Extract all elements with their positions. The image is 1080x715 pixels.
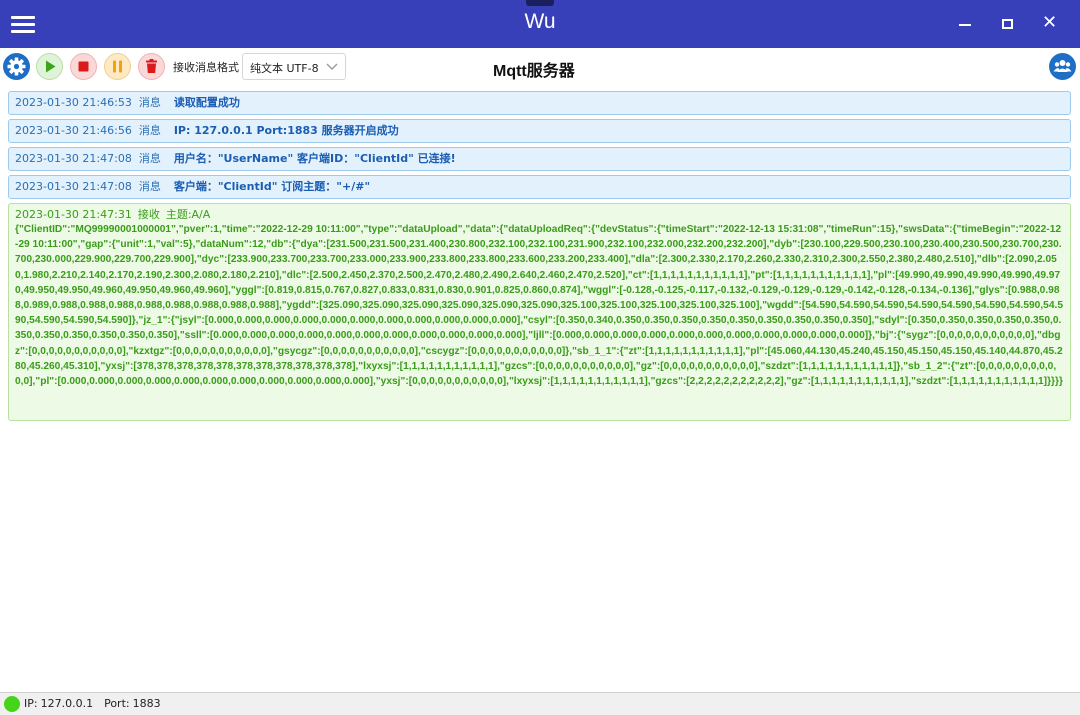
ip-value: 127.0.0.1 [40, 697, 94, 710]
message-type: 消息 [138, 124, 161, 137]
start-button[interactable] [36, 53, 63, 80]
received-message: 2023-01-30 21:47:31 接收 主题:A/A {"ClientID":… [8, 203, 1071, 421]
trash-icon [146, 59, 157, 73]
message-text: IP: 127.0.0.1 Port:1883 服务器开启成功 [173, 124, 399, 137]
message-time: 2023-01-30 21:46:56 [15, 124, 132, 137]
received-type: 接收 [137, 208, 160, 221]
received-time: 2023-01-30 21:47:31 [15, 208, 132, 221]
received-header: 2023-01-30 21:47:31 接收 主题:A/A [15, 208, 1064, 222]
message-text: 客户端："ClientId" 订阅主题："+/#" [173, 180, 371, 193]
play-icon [46, 60, 56, 73]
gear-icon [7, 57, 26, 76]
log-message: 2023-01-30 21:46:56 消息 IP: 127.0.0.1 Port:… [8, 119, 1071, 143]
message-text: 读取配置成功 [173, 96, 240, 109]
format-select[interactable]: 纯文本 UTF-8 [242, 53, 346, 80]
message-text: 用户名："UserName" 客户端ID："ClientId" 已连接! [173, 152, 456, 165]
stop-button[interactable] [70, 53, 97, 80]
received-topic: 主题:A/A [165, 208, 211, 221]
chevron-down-icon [326, 63, 338, 70]
minimize-button[interactable] [944, 0, 986, 48]
status-bar: IP: 127.0.0.1 Port: 1883 [0, 692, 1080, 715]
maximize-icon [1002, 19, 1013, 29]
port-value: 1883 [132, 697, 161, 710]
format-select-value: 纯文本 UTF-8 [250, 62, 319, 75]
close-button[interactable]: ✕ [1028, 0, 1070, 48]
message-log[interactable]: 2023-01-30 21:46:53 消息 读取配置成功 2023-01-30 2… [8, 89, 1071, 689]
log-message: 2023-01-30 21:47:08 消息 客户端："ClientId" 订阅主题… [8, 175, 1071, 199]
pause-button[interactable] [104, 53, 131, 80]
stop-icon [78, 61, 89, 72]
received-payload: {"ClientID":"MQ99990001000001","pver":1,… [15, 224, 1063, 388]
clear-button[interactable] [138, 53, 165, 80]
drag-handle[interactable] [526, 0, 554, 6]
toolbar: 接收消息格式 纯文本 UTF-8 Mqtt服务器 [0, 48, 1080, 86]
pause-icon [113, 60, 122, 73]
status-text: IP: 127.0.0.1 Port: 1883 [24, 697, 164, 710]
minimize-icon [959, 24, 971, 26]
log-message: 2023-01-30 21:46:53 消息 读取配置成功 [8, 91, 1071, 115]
log-message: 2023-01-30 21:47:08 消息 用户名："UserName" 客户端I… [8, 147, 1071, 171]
message-type: 消息 [138, 96, 161, 109]
title-bar: Wu ✕ [0, 0, 1080, 48]
page-title: Mqtt服务器 [493, 63, 575, 80]
port-label: Port: [104, 697, 130, 710]
maximize-button[interactable] [986, 0, 1028, 48]
message-type: 消息 [138, 152, 161, 165]
message-time: 2023-01-30 21:46:53 [15, 96, 132, 109]
message-time: 2023-01-30 21:47:08 [15, 152, 132, 165]
message-time: 2023-01-30 21:47:08 [15, 180, 132, 193]
clients-button[interactable] [1049, 53, 1076, 80]
ip-label: IP: [24, 697, 38, 710]
connection-status-icon [4, 696, 20, 712]
app-title: Wu [524, 10, 556, 33]
message-type: 消息 [138, 180, 161, 193]
settings-button[interactable] [3, 53, 30, 80]
format-label: 接收消息格式 [173, 61, 239, 74]
close-icon: ✕ [1042, 12, 1058, 33]
users-icon [1053, 60, 1072, 72]
